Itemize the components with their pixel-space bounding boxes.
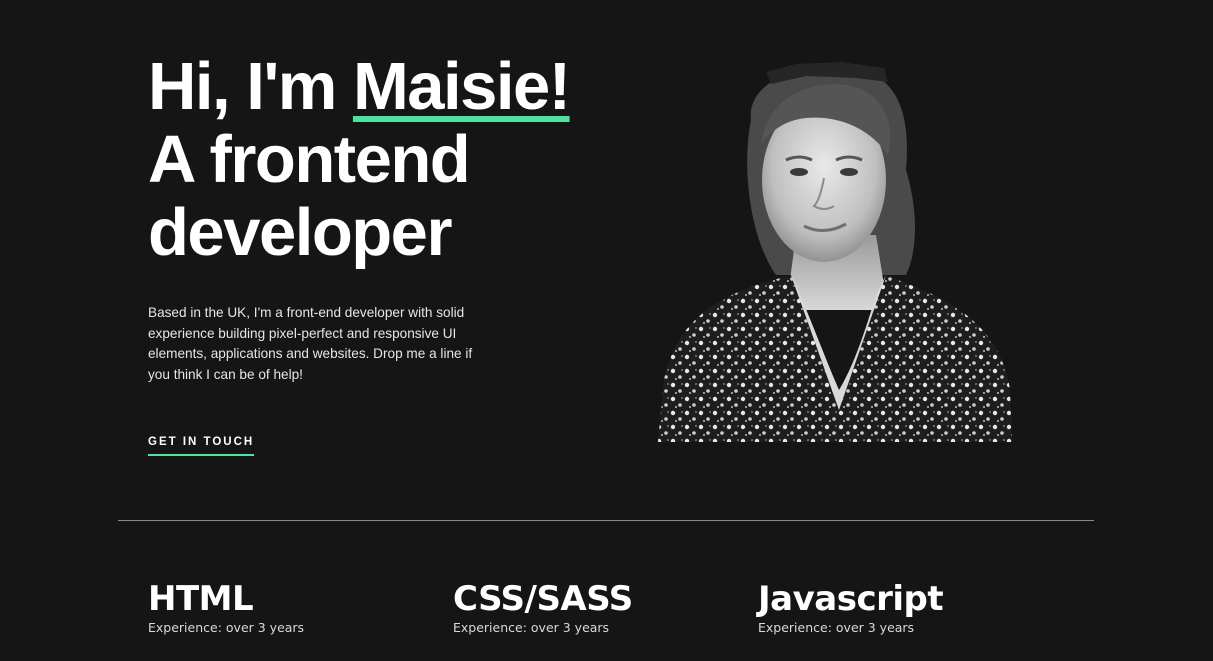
skill-name: HTML: [148, 579, 254, 619]
get-in-touch-link[interactable]: GET IN TOUCH: [148, 436, 255, 456]
portfolio-page: Hi, I'm Maisie! A frontend developer Bas…: [0, 0, 1213, 661]
skill-javascript: Javascript Experience: over 3 years: [758, 578, 1018, 636]
section-divider: [118, 520, 1094, 521]
hero-description: Based in the UK, I'm a front-end develop…: [148, 305, 473, 382]
hero-title-line-3: developer: [148, 195, 453, 270]
profile-photo: [656, 60, 1012, 442]
hero-title-line-1: Hi, I'm Maisie!: [148, 50, 618, 123]
skill-experience: Experience: over 3 years: [758, 620, 915, 635]
greeting-text: Hi, I'm: [148, 49, 353, 124]
skill-name: Javascript: [758, 579, 944, 619]
skill-html: HTML Experience: over 3 years: [148, 578, 408, 636]
skill-css-sass: CSS/SASS Experience: over 3 years: [453, 578, 713, 636]
skill-experience: Experience: over 3 years: [453, 620, 610, 635]
hero-title: Hi, I'm Maisie! A frontend developer: [148, 50, 618, 269]
skill-experience: Experience: over 3 years: [148, 620, 305, 635]
skill-name: CSS/SASS: [453, 579, 633, 619]
hero-title-line-2: A frontend: [148, 122, 471, 197]
hero-name: Maisie!: [352, 49, 571, 124]
